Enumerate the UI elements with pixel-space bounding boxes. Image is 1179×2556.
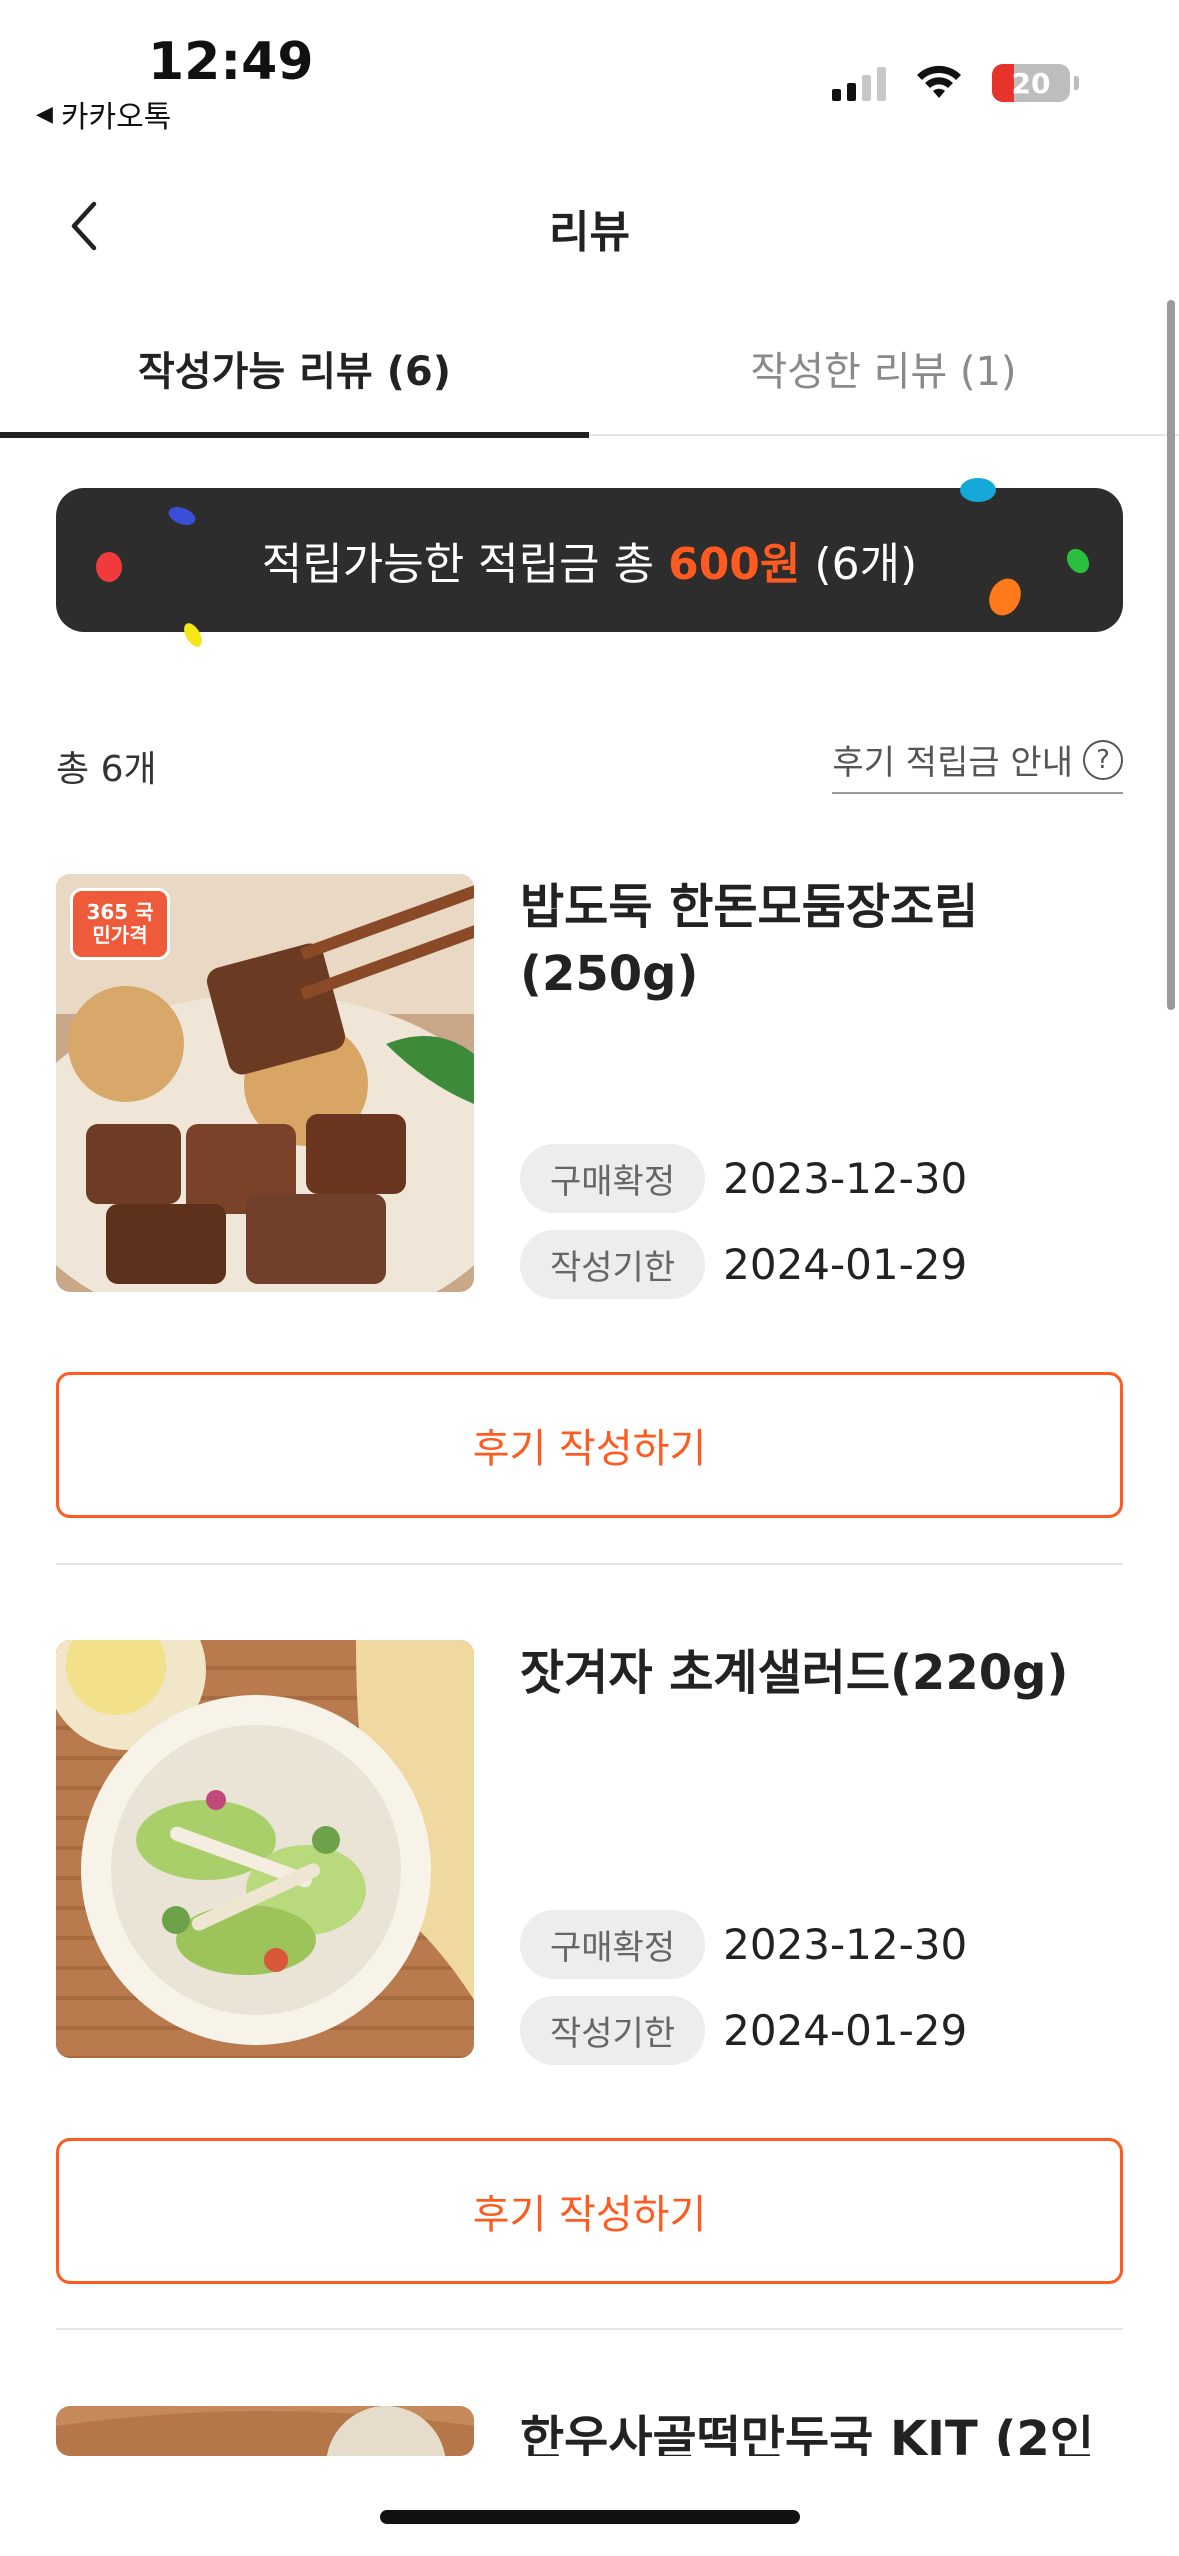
deadline-date: 2024-01-29 bbox=[723, 1240, 968, 1289]
banner-prefix: 적립가능한 적립금 총 bbox=[261, 539, 655, 590]
price-badge: 365 국민가격 bbox=[70, 888, 170, 960]
write-review-button[interactable]: 후기 작성하기 bbox=[56, 1372, 1123, 1518]
back-triangle-icon: ◀ bbox=[36, 101, 53, 127]
tab-writable-reviews[interactable]: 작성가능 리뷰 (6) bbox=[0, 300, 589, 438]
cellular-signal-icon bbox=[832, 65, 886, 101]
back-to-app-link[interactable]: ◀ 카카오톡 bbox=[36, 92, 171, 136]
back-app-label: 카카오톡 bbox=[60, 100, 172, 135]
product-image-beef-soup[interactable] bbox=[56, 2406, 474, 2456]
deadline-chip: 작성기한 bbox=[520, 1230, 706, 1299]
help-icon: ? bbox=[1083, 739, 1123, 780]
review-item: 한우사골떡만두국 KIT (2인 bbox=[56, 2406, 1123, 2456]
review-item: 365 국민가격 밥도둑 한돈모둠장조림 (250g) 구매확정 2023-12… bbox=[56, 874, 1123, 1524]
purchase-date: 2023-12-30 bbox=[723, 1920, 968, 1969]
purchase-row: 구매확정 2023-12-30 bbox=[520, 1910, 967, 1979]
deadline-chip: 작성기한 bbox=[520, 1996, 706, 2065]
banner-amount: 600원 bbox=[668, 539, 801, 590]
status-indicators: 20 bbox=[832, 64, 1079, 102]
product-name: 잣겨자 초계샐러드(220g) bbox=[520, 1645, 1069, 1701]
total-count: 총 6개 bbox=[56, 749, 157, 790]
deadline-row: 작성기한 2024-01-29 bbox=[520, 1996, 967, 2065]
purchase-row: 구매확정 2023-12-30 bbox=[520, 1144, 967, 1213]
product-name: 밥도둑 한돈모둠장조림 (250g) bbox=[520, 879, 979, 1003]
purchase-date: 2023-12-30 bbox=[723, 1154, 968, 1203]
deadline-row: 작성기한 2024-01-29 bbox=[520, 1230, 967, 1299]
status-time: 12:49 bbox=[148, 32, 314, 92]
product-name: 한우사골떡만두국 KIT (2인 bbox=[520, 2411, 1094, 2456]
purchase-status-chip: 구매확정 bbox=[520, 1144, 706, 1213]
item-divider bbox=[56, 2328, 1123, 2330]
reward-guide-link[interactable]: 후기 적립금 안내 ? bbox=[832, 735, 1123, 794]
battery-level: 20 bbox=[1011, 66, 1051, 100]
review-page: 12:49 ◀ 카카오톡 20 리뷰 작성가능 리뷰 (6) 작성한 리뷰 (1… bbox=[0, 0, 1179, 2556]
reward-banner: 적립가능한 적립금 총 600원 (6개) bbox=[56, 488, 1123, 632]
price-badge-text: 365 국민가격 bbox=[86, 900, 154, 947]
write-review-button[interactable]: 후기 작성하기 bbox=[56, 2138, 1123, 2284]
item-divider bbox=[56, 1563, 1123, 1565]
review-item: 잣겨자 초계샐러드(220g) 구매확정 2023-12-30 작성기한 202… bbox=[56, 1640, 1123, 2290]
confetti-cyan bbox=[960, 478, 996, 502]
scrollbar[interactable] bbox=[1167, 300, 1175, 1010]
product-image-chicken-salad[interactable] bbox=[56, 1640, 474, 2058]
page-title: 리뷰 bbox=[549, 207, 630, 258]
tab-written-reviews[interactable]: 작성한 리뷰 (1) bbox=[589, 300, 1178, 436]
banner-suffix: (6개) bbox=[814, 539, 918, 590]
home-indicator[interactable] bbox=[380, 2510, 800, 2524]
wifi-icon bbox=[917, 65, 961, 98]
battery-icon: 20 bbox=[992, 64, 1070, 102]
product-image-braised-pork[interactable]: 365 국민가격 bbox=[56, 874, 474, 1292]
review-tabs: 작성가능 리뷰 (6) 작성한 리뷰 (1) bbox=[0, 300, 1179, 438]
confetti-red bbox=[96, 552, 122, 582]
deadline-date: 2024-01-29 bbox=[723, 2006, 968, 2055]
battery-cap bbox=[1074, 76, 1079, 90]
reward-guide-label: 후기 적립금 안내 bbox=[832, 743, 1073, 783]
purchase-status-chip: 구매확정 bbox=[520, 1910, 706, 1979]
bottom-safe-area bbox=[0, 2456, 1179, 2556]
